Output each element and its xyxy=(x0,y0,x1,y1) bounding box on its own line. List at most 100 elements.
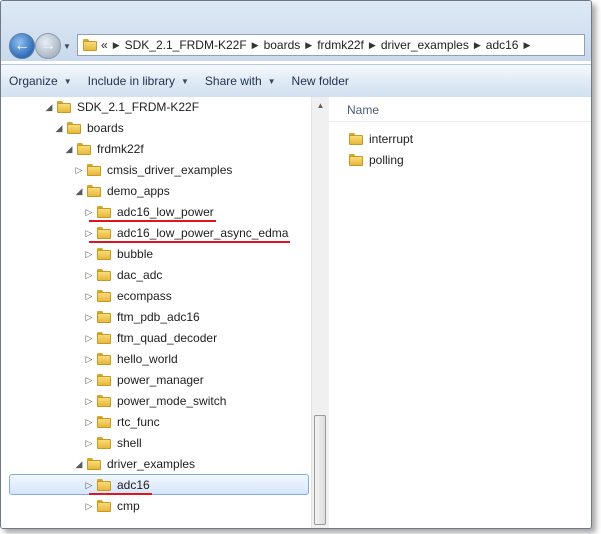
tree-item-label: rtc_func xyxy=(117,415,160,429)
tree-item-label: ftm_quad_decoder xyxy=(117,331,218,345)
include-in-library-button[interactable]: Include in library ▼ xyxy=(80,69,197,93)
organize-button[interactable]: Organize ▼ xyxy=(1,69,80,93)
expand-arrow-icon[interactable]: ▷ xyxy=(83,291,95,302)
crumb-separator[interactable]: ▶ xyxy=(113,40,120,51)
tree-item-label: power_mode_switch xyxy=(117,394,227,408)
folder-icon xyxy=(97,353,111,365)
back-button[interactable]: ← xyxy=(9,33,35,59)
tree-item-label: adc16 xyxy=(117,478,150,492)
new-folder-button[interactable]: New folder xyxy=(284,69,357,93)
folder-icon xyxy=(97,395,111,407)
file-list-pane: Name interrupt polling xyxy=(329,97,591,528)
folder-icon xyxy=(97,269,111,281)
tree-item[interactable]: ▷ power_manager xyxy=(1,370,311,390)
tree-item[interactable]: ◢ SDK_2.1_FRDM-K22F xyxy=(1,97,311,117)
tree-item[interactable]: ▷ hello_world xyxy=(1,349,311,369)
breadcrumb-item[interactable]: driver_examples xyxy=(381,38,469,52)
tree-item-label: frdmk22f xyxy=(97,142,144,156)
collapse-arrow-icon[interactable]: ◢ xyxy=(43,102,55,113)
tree-item[interactable]: ◢ frdmk22f xyxy=(1,139,311,159)
breadcrumb-item[interactable]: SDK_2.1_FRDM-K22F xyxy=(125,38,247,52)
scroll-thumb[interactable] xyxy=(314,415,326,525)
tree-item[interactable]: ▷ cmp xyxy=(1,496,311,516)
recent-pages-dropdown[interactable]: ▼ xyxy=(63,42,71,51)
address-overflow-chevron[interactable]: « xyxy=(101,38,108,52)
folder-icon xyxy=(97,500,111,512)
column-divider xyxy=(329,121,591,122)
folder-icon xyxy=(97,311,111,323)
tree-item-label: adc16_low_power xyxy=(117,205,214,219)
crumb-separator[interactable]: ▶ xyxy=(523,40,530,51)
tree-item[interactable]: ▷ cmsis_driver_examples xyxy=(1,160,311,180)
tree-item[interactable]: ▷ ftm_pdb_adc16 xyxy=(1,307,311,327)
share-with-label: Share with xyxy=(204,74,262,88)
folder-icon xyxy=(67,122,81,134)
collapse-arrow-icon[interactable]: ◢ xyxy=(73,186,85,197)
navigation-bar: ← → ▼ « ▶ SDK_2.1_FRDM-K22F ▶ boards ▶ frdmk… xyxy=(1,1,591,61)
tree-item[interactable]: ▷ dac_adc xyxy=(1,265,311,285)
tree-item[interactable]: ▷ ecompass xyxy=(1,286,311,306)
file-list-item[interactable]: interrupt xyxy=(349,129,413,149)
folder-icon xyxy=(97,206,111,218)
breadcrumb-item[interactable]: adc16 xyxy=(486,38,519,52)
expand-arrow-icon[interactable]: ▷ xyxy=(73,165,85,176)
collapse-arrow-icon[interactable]: ◢ xyxy=(73,459,85,470)
forward-button[interactable]: → xyxy=(35,33,61,59)
tree-item[interactable]: ▷ shell xyxy=(1,433,311,453)
explorer-window: ← → ▼ « ▶ SDK_2.1_FRDM-K22F ▶ boards ▶ frdmk… xyxy=(0,0,592,529)
tree-item[interactable]: ▷ adc16_low_power_async_edma xyxy=(1,223,311,243)
name-column-header[interactable]: Name xyxy=(347,103,379,117)
expand-arrow-icon[interactable]: ▷ xyxy=(83,375,95,386)
expand-arrow-icon[interactable]: ▷ xyxy=(83,501,95,512)
expand-arrow-icon[interactable]: ▷ xyxy=(83,207,95,218)
tree-item[interactable]: ◢ boards xyxy=(1,118,311,138)
scroll-up-arrow-icon[interactable]: ▲ xyxy=(312,97,329,114)
expand-arrow-icon[interactable]: ▷ xyxy=(83,312,95,323)
expand-arrow-icon[interactable]: ▷ xyxy=(83,438,95,449)
tree-item-label: dac_adc xyxy=(117,268,163,282)
nav-pane-scrollbar[interactable]: ▲ xyxy=(311,97,329,528)
tree-item[interactable]: ▷ ftm_quad_decoder xyxy=(1,328,311,348)
crumb-separator[interactable]: ▶ xyxy=(305,40,312,51)
tree-item[interactable]: ▷ power_mode_switch xyxy=(1,391,311,411)
expand-arrow-icon[interactable]: ▷ xyxy=(83,249,95,260)
expand-arrow-icon[interactable]: ▷ xyxy=(83,354,95,365)
tree-item[interactable]: ▷ adc16_low_power xyxy=(1,202,311,222)
breadcrumb-item[interactable]: boards xyxy=(264,38,301,52)
breadcrumb-item[interactable]: frdmk22f xyxy=(317,38,364,52)
organize-label: Organize xyxy=(9,74,58,88)
tree-item[interactable]: ◢ demo_apps xyxy=(1,181,311,201)
expand-arrow-icon[interactable]: ▷ xyxy=(83,228,95,239)
collapse-arrow-icon[interactable]: ◢ xyxy=(63,144,75,155)
red-annotation-underline xyxy=(89,493,152,495)
expand-arrow-icon[interactable]: ▷ xyxy=(83,396,95,407)
folder-icon xyxy=(87,185,101,197)
file-list-item[interactable]: polling xyxy=(349,150,404,170)
folder-icon xyxy=(77,143,91,155)
file-item-label: interrupt xyxy=(369,132,414,146)
share-with-button[interactable]: Share with ▼ xyxy=(197,69,284,93)
address-bar[interactable]: « ▶ SDK_2.1_FRDM-K22F ▶ boards ▶ frdmk22f ▶ dr… xyxy=(77,34,585,56)
tree-item[interactable]: ▷ bubble xyxy=(1,244,311,264)
red-annotation-underline xyxy=(89,241,291,243)
tree-item-label: adc16_low_power_async_edma xyxy=(117,226,289,240)
expand-arrow-icon[interactable]: ▷ xyxy=(83,480,95,491)
back-arrow-icon: ← xyxy=(14,37,30,54)
collapse-arrow-icon[interactable]: ◢ xyxy=(53,123,65,134)
crumb-separator[interactable]: ▶ xyxy=(474,40,481,51)
folder-icon xyxy=(97,332,111,344)
crumb-separator[interactable]: ▶ xyxy=(252,40,259,51)
expand-arrow-icon[interactable]: ▷ xyxy=(83,270,95,281)
tree-item[interactable]: ▷ adc16 xyxy=(1,474,311,495)
folder-icon xyxy=(83,39,97,51)
tree-item-label: ecompass xyxy=(117,289,172,303)
tree-item[interactable]: ▷ rtc_func xyxy=(1,412,311,432)
dropdown-arrow-icon: ▼ xyxy=(181,76,189,86)
tree-item[interactable]: ◢ driver_examples xyxy=(1,454,311,474)
folder-icon xyxy=(57,101,71,113)
crumb-separator[interactable]: ▶ xyxy=(369,40,376,51)
expand-arrow-icon[interactable]: ▷ xyxy=(83,417,95,428)
expand-arrow-icon[interactable]: ▷ xyxy=(83,333,95,344)
folder-icon xyxy=(87,164,101,176)
tree-item-label: hello_world xyxy=(117,352,178,366)
